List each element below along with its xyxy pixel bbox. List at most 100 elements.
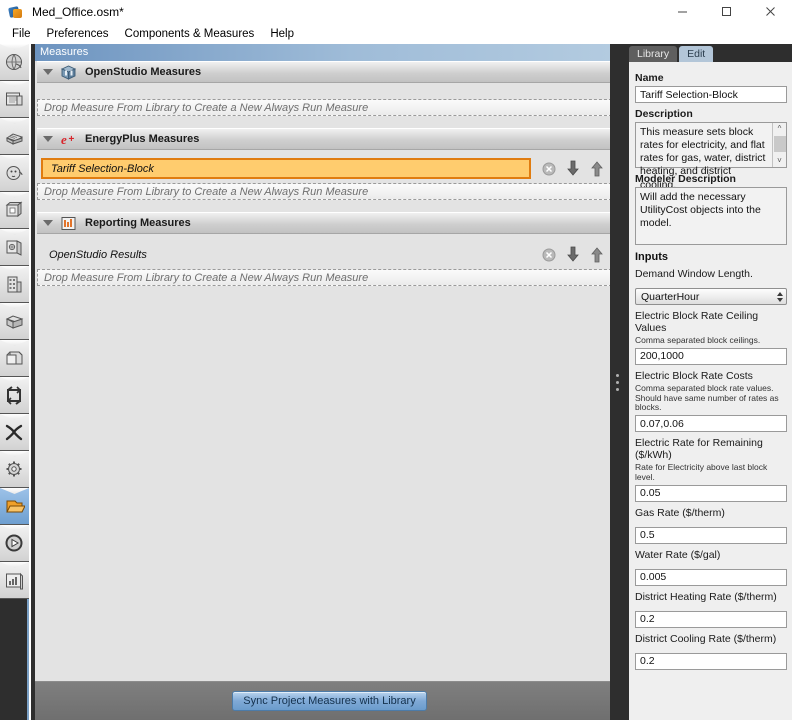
svg-text:e: e (61, 132, 67, 147)
sidebar-item-geometry[interactable] (0, 229, 29, 266)
measure-row[interactable]: Tariff Selection-Block (37, 158, 622, 179)
navigation-rail (0, 44, 29, 720)
measure-edit-panel: Library Edit Name Tariff Selection-Block… (625, 44, 792, 720)
arrow-down-icon[interactable] (566, 246, 580, 263)
arrow-down-icon[interactable] (566, 160, 580, 177)
remove-circle-icon[interactable] (542, 248, 556, 262)
geometry-icon (4, 237, 25, 258)
demand-window-length-select[interactable]: QuarterHour (635, 288, 787, 305)
measures-panel-body: OpenStudio Measures Drop Measure From Li… (35, 61, 624, 720)
chevron-down-icon[interactable] (43, 69, 53, 75)
dropzone-reporting-measures[interactable]: Drop Measure From Library to Create a Ne… (37, 269, 622, 286)
sidebar-item-site[interactable] (0, 44, 29, 81)
sidebar-item-variables[interactable] (0, 414, 29, 451)
group-header-openstudio-measures[interactable]: OpenStudio Measures (37, 61, 622, 83)
chevron-down-icon[interactable] (43, 220, 53, 226)
sidebar-item-thermal-zones[interactable] (0, 340, 29, 377)
sidebar-item-run-simulation[interactable] (0, 525, 29, 562)
electric-block-rate-costs-input[interactable]: 0.07,0.06 (635, 415, 787, 433)
window-title: Med_Office.osm* (32, 4, 124, 19)
scrollbar-thumb[interactable] (774, 136, 786, 152)
group-body-openstudio-measures (35, 83, 624, 95)
district-cooling-rate-input[interactable]: 0.2 (635, 652, 787, 670)
sidebar-item-loads[interactable] (0, 155, 29, 192)
modeler-description-text: Will add the necessary UtilityCost objec… (640, 191, 761, 230)
space-types-icon (4, 200, 25, 221)
district-heating-rate-input[interactable]: 0.2 (635, 610, 787, 628)
measure-row-actions (542, 158, 604, 179)
measure-name-tariff-selection-block[interactable]: Tariff Selection-Block (41, 158, 531, 179)
dropzone-label: Drop Measure From Library to Create a Ne… (44, 185, 369, 198)
dropzone-energyplus-measures[interactable]: Drop Measure From Library to Create a Ne… (37, 183, 622, 200)
demand-window-length-value: QuarterHour (641, 290, 700, 303)
field-hint-electric-block-rate-ceiling-values: Comma separated block ceilings. (635, 335, 761, 345)
menu-item-help[interactable]: Help (262, 25, 302, 43)
tab-edit[interactable]: Edit (679, 46, 714, 62)
field-label-demand-window-length: Demand Window Length. (635, 268, 753, 280)
remove-circle-icon[interactable] (542, 162, 556, 176)
tab-library[interactable]: Library (629, 46, 678, 62)
minimize-icon[interactable] (660, 0, 704, 23)
group-header-reporting-measures[interactable]: Reporting Measures (37, 212, 622, 234)
field-label-electric-block-rate-ceiling-values: Electric Block Rate Ceiling Values (635, 310, 759, 334)
electric-block-rate-ceiling-values-input[interactable]: 200,1000 (635, 347, 787, 365)
measure-name-openstudio-results[interactable]: OpenStudio Results (41, 244, 531, 265)
sidebar-item-constructions[interactable] (0, 118, 29, 155)
schedules-icon (4, 89, 25, 110)
site-icon (4, 52, 25, 73)
measure-row[interactable]: OpenStudio Results (37, 244, 622, 265)
openstudio-icon (8, 4, 24, 20)
dropzone-openstudio-measures[interactable]: Drop Measure From Library to Create a Ne… (37, 99, 622, 116)
menu-item-components-measures[interactable]: Components & Measures (117, 25, 263, 43)
menu-item-preferences[interactable]: Preferences (39, 25, 117, 43)
dropzone-label: Drop Measure From Library to Create a Ne… (44, 101, 369, 114)
splitter-grip-icon (616, 373, 619, 391)
group-spacer (35, 150, 624, 155)
field-label-electric-rate-for-remaining: Electric Rate for Remaining ($/kWh) (635, 437, 763, 462)
spinner-arrows-icon[interactable] (777, 290, 783, 303)
reporting-measures-icon (60, 215, 77, 232)
sidebar-item-space-types[interactable] (0, 192, 29, 229)
chevron-down-icon[interactable] (43, 136, 53, 142)
chevron-up-icon[interactable]: ^ (778, 123, 782, 135)
sidebar-item-spaces[interactable] (0, 303, 29, 340)
field-label-district-cooling-rate: District Cooling Rate ($/therm) (635, 632, 777, 645)
close-icon[interactable] (748, 0, 792, 23)
constructions-icon (4, 126, 25, 147)
group-spacer (35, 234, 624, 241)
group-label: OpenStudio Measures (85, 66, 202, 78)
facility-icon (4, 274, 25, 295)
description-textarea[interactable]: This measure sets block rates for electr… (635, 122, 787, 191)
modeler-description-textarea[interactable]: Will add the necessary UtilityCost objec… (635, 187, 787, 245)
sidebar-item-measures[interactable] (0, 488, 29, 525)
water-rate-input[interactable]: 0.005 (635, 568, 787, 586)
sidebar-item-simulation-settings[interactable] (0, 451, 29, 488)
hvac-systems-icon (4, 385, 25, 406)
electric-rate-for-remaining-input[interactable]: 0.05 (635, 484, 787, 502)
panel-splitter[interactable] (610, 44, 625, 720)
sidebar-item-facility[interactable] (0, 266, 29, 303)
energyplus-measures-icon: e + (60, 131, 77, 148)
dropzone-label: Drop Measure From Library to Create a Ne… (44, 271, 369, 284)
group-spacer (35, 120, 624, 128)
inputs-heading: Inputs (635, 251, 668, 263)
group-header-energyplus-measures[interactable]: e + EnergyPlus Measures (37, 128, 622, 150)
description-scrollbar[interactable]: ^ ˅ (772, 123, 786, 167)
arrow-up-icon[interactable] (590, 246, 604, 263)
sync-project-measures-button[interactable]: Sync Project Measures with Library (232, 691, 427, 711)
field-hint-electric-rate-for-remaining: Rate for Electricity above last block le… (635, 462, 768, 482)
chevron-down-icon[interactable]: ˅ (777, 155, 782, 167)
menu-bar: File Preferences Components & Measures H… (0, 23, 792, 44)
sidebar-item-schedules[interactable] (0, 81, 29, 118)
arrow-up-icon[interactable] (590, 160, 604, 177)
name-input[interactable]: Tariff Selection-Block (635, 86, 787, 103)
menu-item-file[interactable]: File (4, 25, 39, 43)
sidebar-item-results-summary[interactable] (0, 562, 29, 599)
measures-bottom-bar: Sync Project Measures with Library (35, 681, 624, 720)
loads-icon (4, 163, 25, 184)
sidebar-item-hvac-systems[interactable] (0, 377, 29, 414)
maximize-icon[interactable] (704, 0, 748, 23)
gas-rate-input[interactable]: 0.5 (635, 526, 787, 544)
measures-scroll-area[interactable]: OpenStudio Measures Drop Measure From Li… (35, 61, 624, 681)
right-panel-tabs: Library Edit (625, 44, 792, 62)
